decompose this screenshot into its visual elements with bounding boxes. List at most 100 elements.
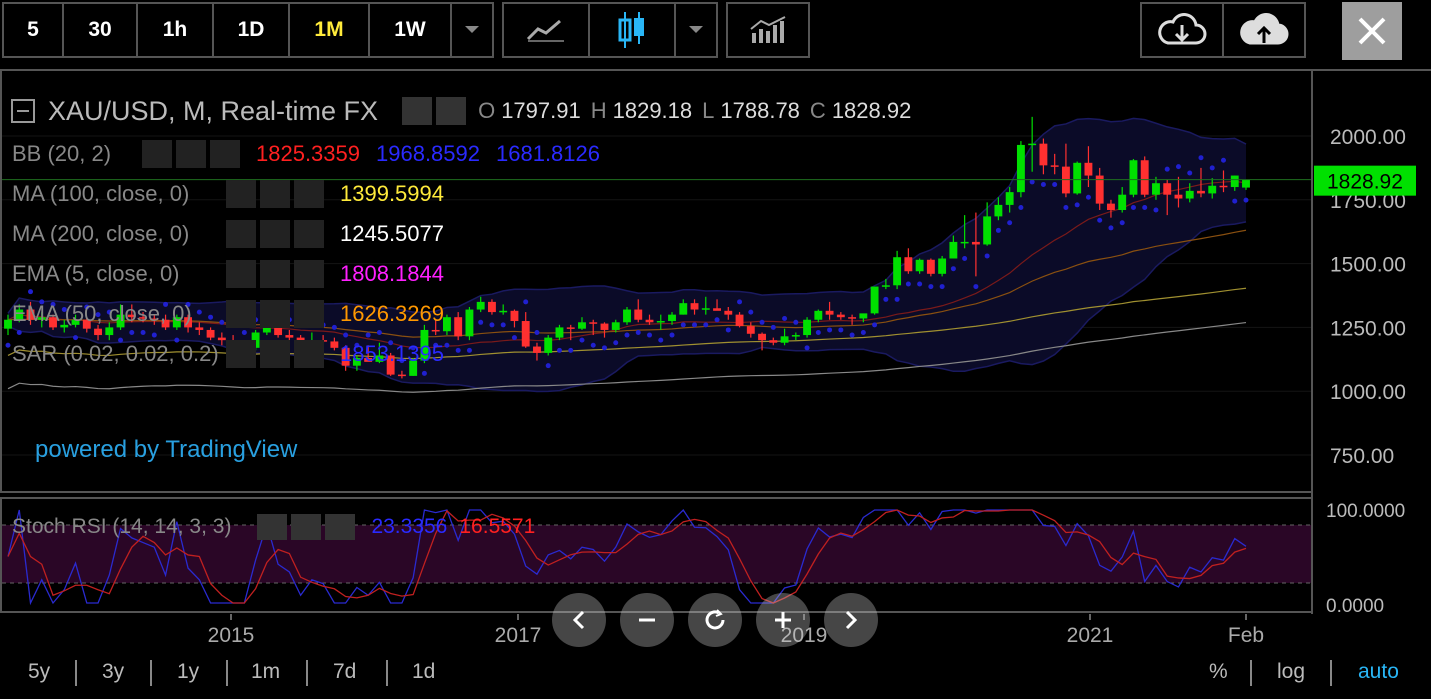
indicators-button[interactable] (726, 2, 810, 58)
line-chart-button[interactable] (502, 2, 590, 58)
eye-icon[interactable] (226, 260, 256, 288)
high-value: 1829.18 (612, 98, 693, 123)
download-button[interactable] (1140, 2, 1224, 58)
close-button[interactable] (1342, 2, 1402, 60)
chevron-right-icon (845, 610, 858, 630)
gear-icon[interactable] (436, 97, 467, 125)
gear-icon[interactable] (260, 300, 290, 328)
candle (1107, 203, 1115, 211)
close-icon[interactable] (294, 300, 324, 328)
indicator-label: MA (200, close, 0) (12, 221, 190, 246)
interval-1w[interactable]: 1W (368, 2, 452, 58)
tradingview-watermark[interactable]: powered by TradingView (35, 436, 297, 464)
range-1y[interactable]: 1y (177, 660, 199, 684)
indicator-label: BB (20, 2) (12, 141, 112, 166)
zoom-out-button[interactable] (620, 593, 674, 647)
close-icon[interactable] (294, 340, 324, 368)
current-price-label: 1828.92 (1327, 171, 1403, 194)
open-label: O (478, 98, 496, 123)
range-5y[interactable]: 5y (28, 660, 50, 684)
log-toggle[interactable]: log (1277, 660, 1305, 684)
candle (814, 310, 823, 320)
eye-icon[interactable] (226, 220, 256, 248)
divider (1330, 660, 1332, 686)
sar-dot (1074, 202, 1080, 208)
close-icon[interactable] (325, 514, 356, 540)
indicator-value: 1245.5077 (340, 221, 444, 246)
eye-icon[interactable] (226, 180, 256, 208)
top-toolbar: 5 30 1h 1D 1M 1W (0, 0, 1431, 62)
eye-icon[interactable] (257, 514, 288, 540)
auto-toggle[interactable]: auto (1358, 660, 1399, 684)
indicator-label: SAR (0.02, 0.02, 0.2) (12, 341, 219, 366)
interval-30[interactable]: 30 (62, 2, 138, 58)
stoch-label: Stoch RSI (14, 14, 3, 3) (12, 515, 232, 538)
gear-icon[interactable] (260, 260, 290, 288)
range-1d[interactable]: 1d (412, 660, 435, 684)
sar-dot (939, 284, 945, 290)
gear-icon[interactable] (291, 514, 322, 540)
sar-dot (1097, 217, 1103, 223)
scroll-left-button[interactable] (552, 593, 606, 647)
eye-icon[interactable] (226, 340, 256, 368)
interval-1h[interactable]: 1h (136, 2, 214, 58)
sar-dot (849, 332, 855, 338)
interval-1m[interactable]: 1M (288, 2, 370, 58)
sar-dot (962, 255, 968, 261)
zoom-in-button[interactable] (756, 593, 810, 647)
percent-toggle[interactable]: % (1209, 660, 1228, 684)
sar-dot (1175, 164, 1181, 170)
interval-5[interactable]: 5 (2, 2, 64, 58)
candles-chart-button[interactable] (588, 2, 676, 58)
gear-icon[interactable] (176, 140, 206, 168)
candle (994, 204, 1003, 217)
indicator-row: BB (20, 2) 1825.3359 1968.8592 1681.8126 (12, 134, 600, 174)
sar-dot (770, 324, 776, 330)
candle (859, 313, 868, 319)
close-icon[interactable] (210, 140, 240, 168)
close-icon[interactable] (294, 180, 324, 208)
range-1m[interactable]: 1m (251, 660, 280, 684)
candle (1152, 183, 1160, 195)
gear-icon[interactable] (260, 220, 290, 248)
candle (1208, 185, 1217, 194)
reset-button[interactable] (688, 593, 742, 647)
candle (1242, 179, 1250, 188)
candle (1050, 165, 1059, 167)
minus-icon (639, 618, 655, 622)
chart-type-dropdown[interactable] (674, 2, 718, 58)
interval-dropdown[interactable] (450, 2, 494, 58)
close-icon[interactable] (294, 260, 324, 288)
sar-dot (905, 281, 911, 287)
sar-dot (703, 322, 709, 328)
chart-area[interactable]: 2000.00 1750.00 1500.00 1250.00 1000.00 750.0… (0, 62, 1431, 699)
interval-1d[interactable]: 1D (212, 2, 290, 58)
time-axis-label: 2017 (495, 624, 542, 647)
candlestick-icon (618, 12, 644, 48)
sar-dot (759, 319, 765, 325)
collapse-icon[interactable] (10, 98, 36, 124)
stoch-axis-label: 100.0000 (1326, 501, 1405, 522)
divider (306, 660, 308, 686)
eye-icon[interactable] (226, 300, 256, 328)
chevron-left-icon (572, 610, 585, 630)
gear-icon[interactable] (260, 180, 290, 208)
sar-dot (624, 332, 630, 338)
indicator-label: MA (100, close, 0) (12, 181, 190, 206)
range-3y[interactable]: 3y (102, 660, 124, 684)
eye-icon[interactable] (142, 140, 172, 168)
scroll-right-button[interactable] (824, 593, 878, 647)
sar-dot (1007, 220, 1013, 226)
close-icon[interactable] (294, 220, 324, 248)
indicator-value: 1968.8592 (376, 141, 480, 166)
eye-icon[interactable] (402, 97, 433, 125)
range-7d[interactable]: 7d (333, 660, 356, 684)
candle (1230, 175, 1239, 188)
upload-button[interactable] (1222, 2, 1306, 58)
sar-dot (804, 345, 810, 351)
candle (758, 333, 766, 341)
candle (623, 309, 631, 323)
divider (386, 660, 388, 686)
candle (769, 340, 778, 343)
gear-icon[interactable] (260, 340, 290, 368)
